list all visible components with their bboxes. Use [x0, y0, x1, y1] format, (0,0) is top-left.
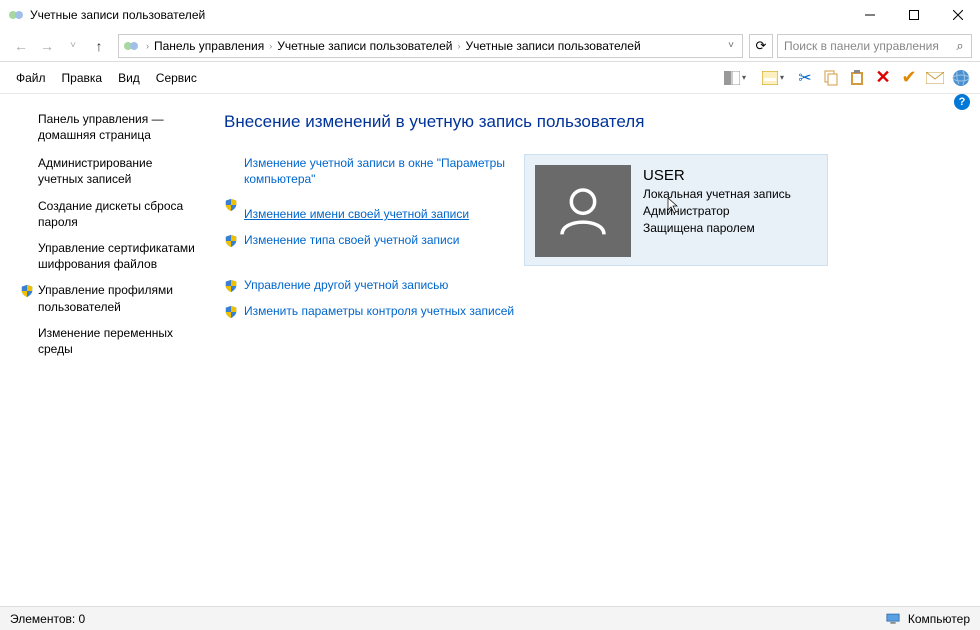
shield-icon — [224, 234, 238, 248]
history-dropdown[interactable]: ˅ — [724, 40, 738, 51]
refresh-button[interactable]: ⟳ — [749, 34, 773, 58]
menu-service[interactable]: Сервис — [148, 69, 205, 87]
nav-bar: ← → ˅ ↑ › Панель управления › Учетные за… — [0, 30, 980, 62]
chevron-icon: › — [143, 41, 152, 51]
action-column: Изменение учетной записи в окне "Парамет… — [224, 154, 524, 330]
shield-icon — [224, 198, 238, 212]
maximize-button[interactable] — [892, 0, 936, 30]
avatar — [535, 165, 631, 257]
search-input[interactable] — [784, 39, 949, 53]
breadcrumb[interactable]: › Панель управления › Учетные записи пол… — [118, 34, 743, 58]
crumb-2[interactable]: Учетные записи пользователей — [463, 39, 642, 53]
cut-button[interactable]: ✂ — [794, 67, 816, 89]
shield-icon — [224, 305, 238, 319]
status-bar: Элементов: 0 Компьютер — [0, 606, 980, 630]
recent-dropdown[interactable]: ˅ — [60, 33, 86, 59]
view-layout-button[interactable] — [718, 67, 752, 89]
forward-button[interactable]: → — [34, 33, 60, 59]
copy-button[interactable] — [820, 67, 842, 89]
crumb-1[interactable]: Учетные записи пользователей — [275, 39, 454, 53]
content-area: Внесение изменений в учетную запись поль… — [208, 112, 960, 596]
search-icon[interactable]: ⌕ — [949, 38, 971, 54]
globe-icon[interactable] — [950, 67, 972, 89]
sidebar-link-4[interactable]: Изменение переменных среды — [38, 325, 198, 357]
view-details-button[interactable] — [756, 67, 790, 89]
paste-button[interactable] — [846, 67, 868, 89]
chevron-icon: › — [266, 41, 275, 51]
up-button[interactable]: ↑ — [86, 33, 112, 59]
action-link-1[interactable]: Изменение имени своей учетной записи — [224, 197, 524, 223]
menu-bar: Файл Правка Вид Сервис ✂ ✕ ✔ — [0, 62, 980, 94]
action-link-2[interactable]: Изменение типа своей учетной записи — [224, 233, 524, 249]
monitor-icon — [886, 613, 900, 624]
cp-home-link[interactable]: Панель управления — домашняя страница — [38, 112, 198, 143]
user-name: USER — [643, 165, 791, 186]
menu-view[interactable]: Вид — [110, 69, 148, 87]
action-link-3[interactable]: Управление другой учетной записью — [224, 278, 524, 294]
menu-file[interactable]: Файл — [8, 69, 54, 87]
back-button[interactable]: ← — [8, 33, 34, 59]
menu-edit[interactable]: Правка — [54, 69, 111, 87]
chevron-icon: › — [454, 41, 463, 51]
confirm-button[interactable]: ✔ — [898, 67, 920, 89]
title-bar: Учетные записи пользователей — [0, 0, 980, 30]
sidebar-link-3[interactable]: Управление профилями пользователей — [38, 282, 198, 314]
delete-button[interactable]: ✕ — [872, 67, 894, 89]
sidebar-link-1[interactable]: Создание дискеты сброса пароля — [38, 198, 198, 230]
sidebar-link-2[interactable]: Управление сертификатами шифрования файл… — [38, 240, 198, 272]
help-icon[interactable]: ? — [954, 94, 970, 110]
page-heading: Внесение изменений в учетную запись поль… — [224, 112, 960, 132]
crumb-0[interactable]: Панель управления — [152, 39, 266, 53]
status-elements: Элементов: 0 — [10, 612, 85, 626]
shield-icon — [20, 284, 34, 298]
location-icon — [123, 38, 139, 54]
close-button[interactable] — [936, 0, 980, 30]
mail-button[interactable] — [924, 67, 946, 89]
action-link-0[interactable]: Изменение учетной записи в окне "Парамет… — [224, 156, 524, 187]
app-icon — [8, 7, 24, 23]
window-title: Учетные записи пользователей — [30, 8, 848, 22]
minimize-button[interactable] — [848, 0, 892, 30]
sidebar-link-0[interactable]: Администрирование учетных записей — [38, 155, 198, 187]
user-protection: Защищена паролем — [643, 220, 791, 237]
status-computer[interactable]: Компьютер — [886, 612, 970, 626]
help-bar: ? — [0, 94, 980, 112]
search-box[interactable]: ⌕ — [777, 34, 972, 58]
shield-icon — [224, 279, 238, 293]
sidebar: Панель управления — домашняя страница Ад… — [20, 112, 208, 596]
action-link-4[interactable]: Изменить параметры контроля учетных запи… — [224, 304, 524, 320]
